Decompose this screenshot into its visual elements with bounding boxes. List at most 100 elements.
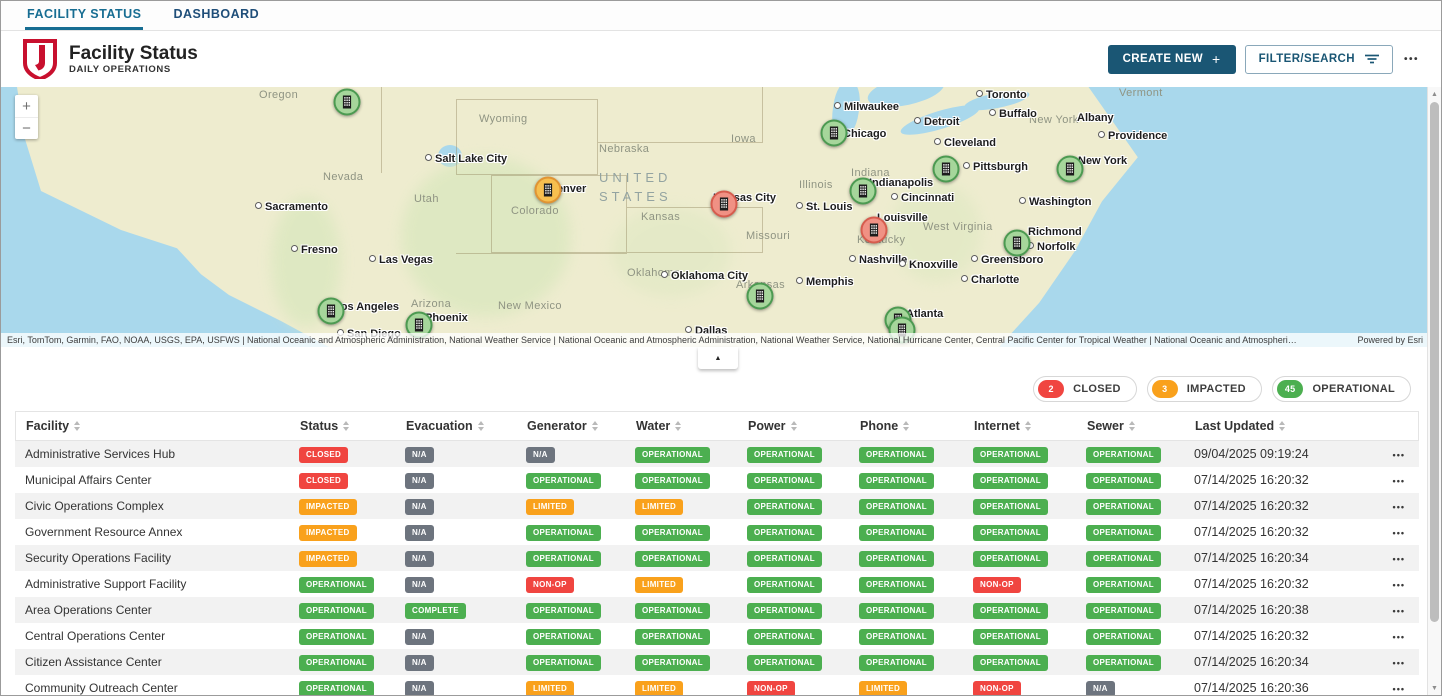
- city-label-norfolk: Norfolk: [1027, 241, 1076, 253]
- status-cell-status: OPERATIONAL: [299, 628, 405, 645]
- status-badge: OPERATIONAL: [973, 629, 1048, 645]
- column-header-label: Facility: [26, 419, 69, 433]
- facility-marker-operational[interactable]: [850, 178, 877, 205]
- facility-marker-closed[interactable]: [861, 217, 888, 244]
- row-more-icon[interactable]: •••: [1393, 684, 1405, 694]
- legend-count-impacted: 3: [1152, 380, 1178, 398]
- status-badge: LIMITED: [635, 499, 683, 515]
- row-more-icon[interactable]: •••: [1393, 658, 1405, 668]
- status-cell-sewer: OPERATIONAL: [1086, 602, 1194, 619]
- column-header-generator[interactable]: Generator: [527, 419, 636, 433]
- status-cell-status: OPERATIONAL: [299, 654, 405, 671]
- scrollbar-thumb[interactable]: [1430, 102, 1439, 622]
- status-badge: OPERATIONAL: [973, 551, 1048, 567]
- building-icon: [325, 304, 338, 319]
- status-badge: OPERATIONAL: [299, 681, 374, 696]
- status-cell-internet: OPERATIONAL: [973, 472, 1086, 489]
- row-more-icon[interactable]: •••: [1393, 580, 1405, 590]
- status-cell-status: IMPACTED: [299, 524, 405, 541]
- status-cell-water: OPERATIONAL: [635, 524, 747, 541]
- row-more-icon[interactable]: •••: [1393, 502, 1405, 512]
- status-badge: OPERATIONAL: [299, 603, 374, 619]
- row-actions: •••: [1352, 629, 1419, 643]
- status-badge: NON-OP: [747, 681, 795, 696]
- map-collapse-handle[interactable]: ▲: [698, 347, 738, 369]
- column-header-status[interactable]: Status: [300, 419, 406, 433]
- row-more-icon[interactable]: •••: [1393, 606, 1405, 616]
- status-cell-evacuation: N/A: [405, 550, 526, 567]
- page-subtitle: DAILY OPERATIONS: [69, 64, 198, 75]
- status-cell-internet: OPERATIONAL: [973, 628, 1086, 645]
- filter-search-button[interactable]: FILTER/SEARCH: [1245, 45, 1393, 74]
- scrollbar-down-arrow[interactable]: ▼: [1428, 681, 1441, 695]
- app-window: FACILITY STATUS DASHBOARD Facility Status…: [0, 0, 1442, 696]
- status-badge: N/A: [405, 629, 434, 645]
- state-label-nebraska: Nebraska: [599, 143, 649, 155]
- status-cell-generator: OPERATIONAL: [526, 602, 635, 619]
- status-badge: OPERATIONAL: [1086, 525, 1161, 541]
- column-header-phone[interactable]: Phone: [860, 419, 974, 433]
- tab-dashboard[interactable]: DASHBOARD: [171, 1, 261, 30]
- zoom-out-button[interactable]: −: [15, 117, 38, 139]
- status-badge: OPERATIONAL: [859, 473, 934, 489]
- status-badge: OPERATIONAL: [859, 603, 934, 619]
- facility-name: Administrative Services Hub: [15, 447, 299, 461]
- scrollbar-up-arrow[interactable]: ▲: [1428, 87, 1441, 101]
- status-cell-sewer: OPERATIONAL: [1086, 498, 1194, 515]
- header-more-icon[interactable]: •••: [1402, 50, 1421, 69]
- facility-marker-impacted[interactable]: [535, 177, 562, 204]
- facility-marker-closed[interactable]: [711, 191, 738, 218]
- status-badge: OPERATIONAL: [1086, 577, 1161, 593]
- status-cell-power: OPERATIONAL: [747, 446, 859, 463]
- legend-pill-operational[interactable]: 45OPERATIONAL: [1272, 376, 1411, 402]
- status-badge: OPERATIONAL: [747, 551, 822, 567]
- row-more-icon[interactable]: •••: [1393, 528, 1405, 538]
- column-header-facility[interactable]: Facility: [16, 419, 300, 433]
- status-badge: N/A: [405, 499, 434, 515]
- status-cell-water: LIMITED: [635, 498, 747, 515]
- status-cell-sewer: OPERATIONAL: [1086, 628, 1194, 645]
- create-new-button[interactable]: CREATE NEW +: [1108, 45, 1236, 74]
- legend-pill-closed[interactable]: 2CLOSED: [1033, 376, 1137, 402]
- status-cell-generator: N/A: [526, 446, 635, 463]
- last-updated: 07/14/2025 16:20:38: [1194, 603, 1352, 617]
- column-header-water[interactable]: Water: [636, 419, 748, 433]
- column-header-evacuation[interactable]: Evacuation: [406, 419, 527, 433]
- zoom-in-button[interactable]: +: [15, 95, 38, 117]
- map[interactable]: OregonWyomingNebraskaUNITED STATESNevada…: [1, 87, 1429, 347]
- filter-icon: [1365, 54, 1379, 64]
- status-cell-evacuation: N/A: [405, 576, 526, 593]
- status-cell-water: OPERATIONAL: [635, 628, 747, 645]
- column-header-internet[interactable]: Internet: [974, 419, 1087, 433]
- row-more-icon[interactable]: •••: [1393, 632, 1405, 642]
- status-cell-generator: LIMITED: [526, 680, 635, 696]
- column-header-power[interactable]: Power: [748, 419, 860, 433]
- status-cell-phone: OPERATIONAL: [859, 628, 973, 645]
- tab-facility-status[interactable]: FACILITY STATUS: [25, 1, 143, 30]
- column-header-sewer[interactable]: Sewer: [1087, 419, 1195, 433]
- status-badge: OPERATIONAL: [1086, 655, 1161, 671]
- column-header-label: Power: [748, 419, 786, 433]
- column-header-last-updated[interactable]: Last Updated: [1195, 419, 1353, 433]
- facility-marker-operational[interactable]: [821, 120, 848, 147]
- row-more-icon[interactable]: •••: [1393, 476, 1405, 486]
- facility-marker-operational[interactable]: [747, 283, 774, 310]
- row-more-icon[interactable]: •••: [1393, 450, 1405, 460]
- status-badge: N/A: [405, 473, 434, 489]
- building-icon: [828, 126, 841, 141]
- legend-pill-impacted[interactable]: 3IMPACTED: [1147, 376, 1262, 402]
- table-body: Administrative Services HubCLOSEDN/AN/AO…: [15, 441, 1419, 696]
- status-cell-water: OPERATIONAL: [635, 472, 747, 489]
- status-cell-internet: NON-OP: [973, 680, 1086, 696]
- facility-marker-operational[interactable]: [933, 156, 960, 183]
- last-updated: 07/14/2025 16:20:32: [1194, 629, 1352, 643]
- title-block: Facility Status DAILY OPERATIONS: [69, 43, 198, 76]
- row-more-icon[interactable]: •••: [1393, 554, 1405, 564]
- facility-marker-operational[interactable]: [1004, 230, 1031, 257]
- status-cell-water: OPERATIONAL: [635, 602, 747, 619]
- row-actions: •••: [1352, 499, 1419, 513]
- status-badge: LIMITED: [635, 681, 683, 696]
- facility-marker-operational[interactable]: [1057, 156, 1084, 183]
- facility-marker-operational[interactable]: [318, 298, 345, 325]
- facility-marker-operational[interactable]: [334, 89, 361, 116]
